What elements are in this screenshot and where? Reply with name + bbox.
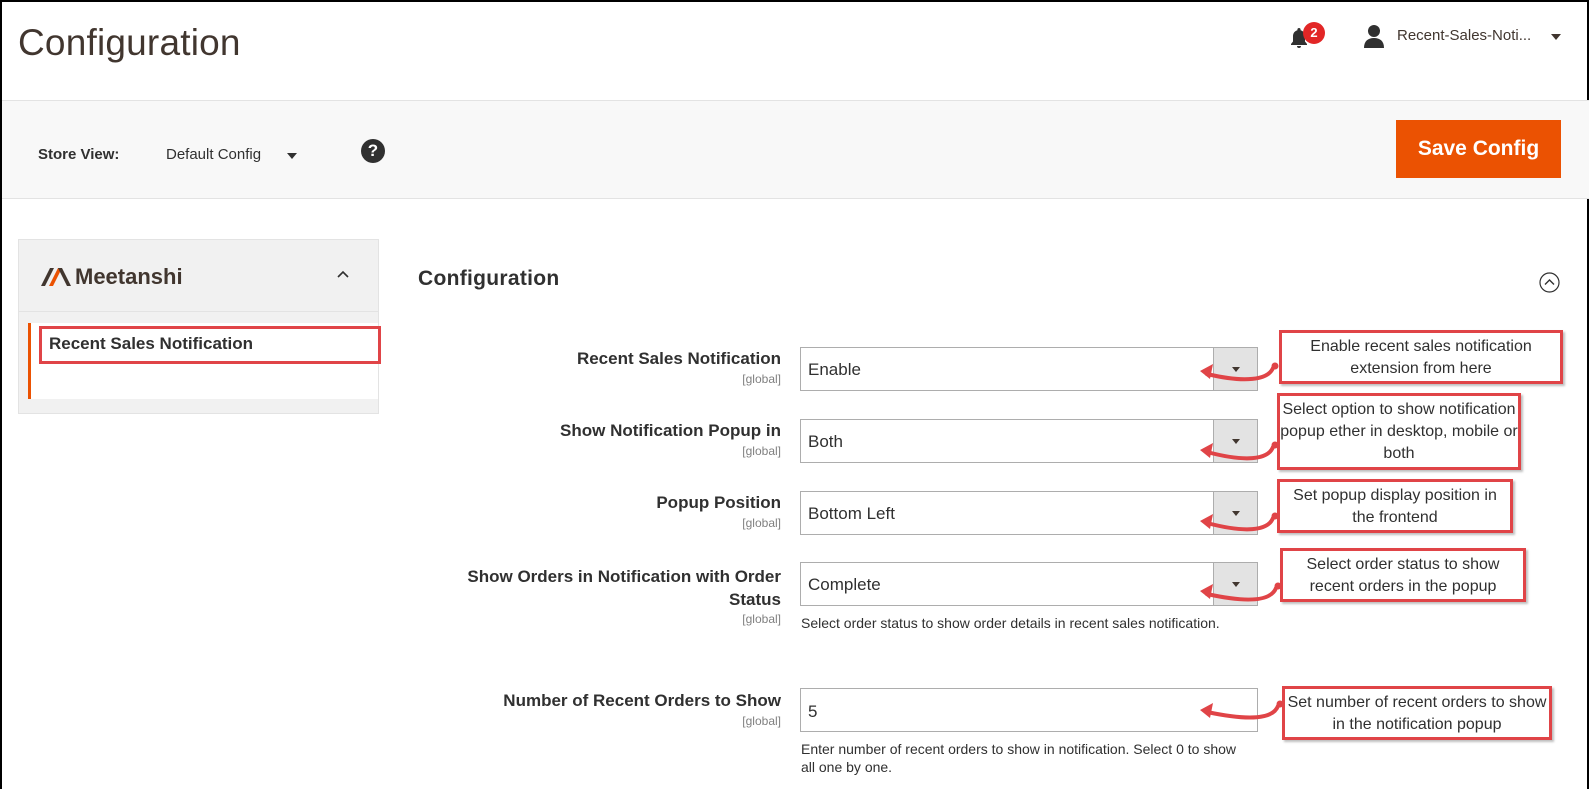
field-note-order-status: Select order status to show order detail… [801,615,1220,631]
field-label-order-status-line2: Status [729,590,781,609]
select-value: Both [808,432,843,451]
section-title[interactable]: Configuration [418,267,560,291]
save-config-button[interactable]: Save Config [1396,120,1561,178]
callout-order-status: Select order status to show recent order… [1280,548,1526,602]
select-value: Enable [808,360,861,379]
select-recent-sales-notification[interactable]: Enable [800,347,1258,391]
field-label-order-status-line1: Show Orders in Notification with Order [467,567,781,586]
store-view-switcher[interactable]: Default Config [166,146,261,163]
field-label-popup-position: Popup Position [656,493,781,512]
sidebar-item-recent-sales-notification[interactable]: Recent Sales Notification [39,326,381,364]
chevron-down-icon[interactable] [1551,34,1561,40]
select-popup-position[interactable]: Bottom Left [800,491,1258,535]
page-title: Configuration [18,22,241,63]
dropdown-arrow-icon[interactable] [1213,492,1257,534]
select-order-status[interactable]: Complete [800,562,1258,606]
meetanshi-logo-icon [41,268,71,286]
dropdown-arrow-icon[interactable] [1213,348,1257,390]
callout-number-of-orders: Set number of recent orders to show in t… [1282,686,1552,740]
field-note-number-of-recent-orders: Enter number of recent orders to show in… [801,741,1237,775]
dropdown-arrow-icon[interactable] [1213,563,1257,605]
sidebar-brand-title: Meetanshi [75,264,183,289]
store-view-label: Store View: [38,146,120,163]
field-scope: [global] [742,714,781,728]
field-label-number-of-recent-orders: Number of Recent Orders to Show [503,691,781,710]
field-label-recent-sales-notification: Recent Sales Notification [576,349,781,368]
chevron-down-icon[interactable] [287,153,297,159]
select-show-notification-popup-in[interactable]: Both [800,419,1258,463]
callout-popup-position: Set popup display position in the fronte… [1277,479,1513,533]
field-label-show-notification-popup-in: Show Notification Popup in [560,421,781,440]
store-view-bar: Store View: Default Config ? Save Config [2,100,1589,199]
callout-popup-device: Select option to show notification popup… [1277,393,1521,470]
field-scope: [global] [742,372,781,386]
help-icon[interactable]: ? [361,139,385,163]
dropdown-arrow-icon[interactable] [1213,420,1257,462]
config-sidebar: Meetanshi Recent Sales Notification [18,239,381,414]
field-scope: [global] [742,612,781,626]
field-scope: [global] [742,444,781,458]
select-value: Complete [808,575,881,594]
user-icon[interactable] [1364,24,1384,48]
field-scope: [global] [742,516,781,530]
admin-user-name[interactable]: Recent-Sales-Noti... [1397,27,1531,44]
sidebar-item-container: Recent Sales Notification [28,323,381,399]
callout-enable: Enable recent sales notification extensi… [1279,330,1563,384]
chevron-up-icon[interactable] [337,268,349,280]
notification-count-badge[interactable]: 2 [1303,22,1325,44]
select-value: Bottom Left [808,504,895,523]
sidebar-group-header[interactable]: Meetanshi [19,240,378,312]
collapse-circle-icon[interactable] [1539,272,1560,293]
input-number-of-recent-orders[interactable]: 5 [800,688,1258,732]
